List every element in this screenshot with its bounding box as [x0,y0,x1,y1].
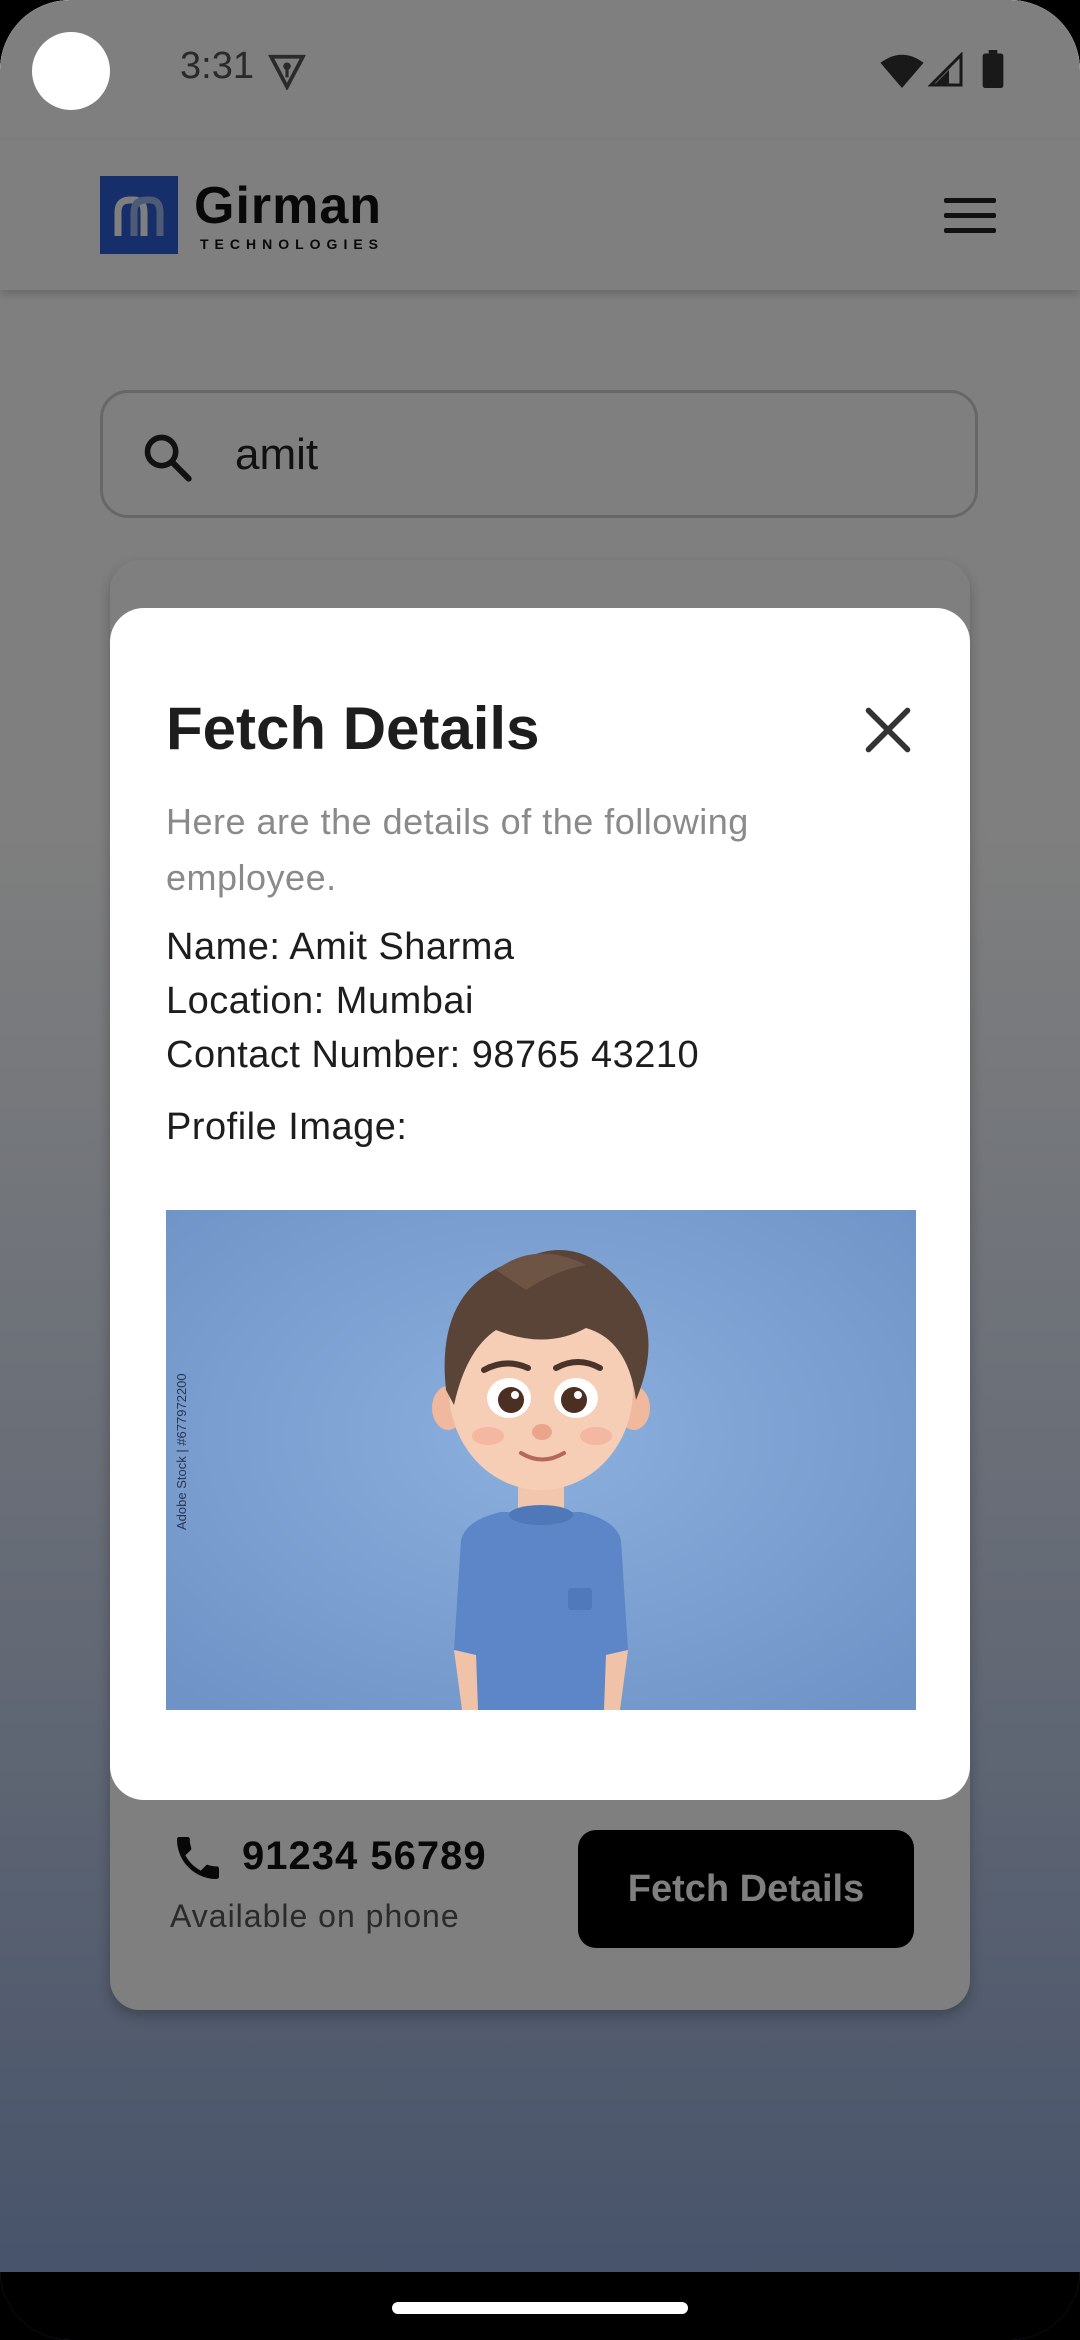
image-credit: Adobe Stock | #677972200 [174,1373,189,1530]
employee-contact: Contact Number: 98765 43210 [166,1034,700,1076]
profile-image-label: Profile Image: [166,1106,408,1148]
gesture-nav-bar [0,2272,1080,2340]
dialog-description: Here are the details of the following em… [166,801,749,898]
front-camera-cutout [32,32,110,110]
close-icon[interactable] [862,704,914,756]
fetch-details-dialog: Fetch Details Here are the details of th… [110,608,970,1800]
cartoon-avatar-image [166,1210,916,1710]
employee-name: Name: Amit Sharma [166,926,515,968]
employee-location: Location: Mumbai [166,980,474,1022]
home-indicator[interactable] [392,2302,688,2314]
dialog-title: Fetch Details [166,695,540,762]
profile-image: Adobe Stock | #677972200 [166,1210,916,1710]
phone-screen: 3:31 Girman TECHNOLOGIES [0,0,1080,2340]
